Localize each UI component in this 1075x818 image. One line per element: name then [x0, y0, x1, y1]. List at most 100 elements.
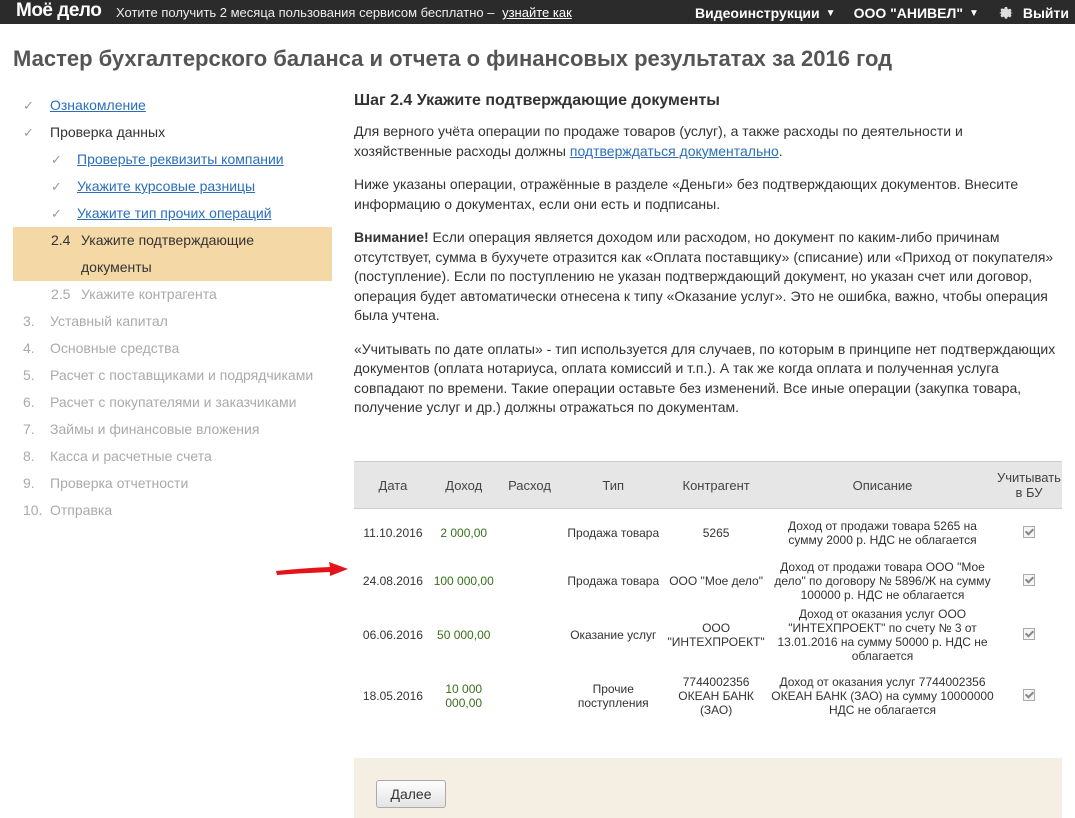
row-contractor: ООО "Мое дело": [669, 574, 763, 588]
sidebar-item-label[interactable]: Укажите курсовые разницы: [77, 173, 255, 200]
col-expense: Расход: [495, 461, 564, 509]
account-checkbox[interactable]: [1022, 525, 1035, 538]
sidebar-item-number: 3.: [23, 313, 35, 329]
col-income: Доход: [431, 461, 496, 509]
sidebar-item-label[interactable]: Проверьте реквизиты компании: [77, 146, 284, 173]
check-icon: ✓: [51, 152, 62, 167]
row-type[interactable]: Продажа товара: [563, 509, 663, 558]
operations-paragraph: Ниже указаны операции, отражённые в разд…: [354, 176, 1019, 212]
sidebar-item-number: 2.4: [51, 232, 71, 248]
company-menu[interactable]: ООО "АНИВЕЛ" ▼: [854, 5, 979, 21]
check-icon: ✓: [23, 125, 34, 140]
check-icon: ✓: [23, 98, 34, 113]
warning-label: Внимание!: [354, 229, 429, 245]
sidebar-item-report-check[interactable]: 9. Проверка отчетности: [13, 470, 332, 497]
col-date: Дата: [354, 461, 432, 509]
payment-date-paragraph: «Учитывать по дате оплаты» - тип использ…: [354, 340, 1056, 416]
exit-link[interactable]: Выйти: [1023, 5, 1069, 21]
sidebar-item-documents[interactable]: 2.4 Укажите подтверждающие документы: [13, 227, 332, 281]
sidebar-item-loans[interactable]: 7. Займы и финансовые вложения: [13, 416, 332, 443]
sidebar-item-requisites[interactable]: ✓ Проверьте реквизиты компании: [13, 146, 332, 173]
sidebar-item-label[interactable]: Укажите тип прочих операций: [77, 200, 272, 227]
sidebar-item-contractor[interactable]: 2.5 Укажите контрагента: [13, 281, 332, 308]
sidebar-item-send[interactable]: 10. Отправка: [13, 497, 332, 524]
row-type[interactable]: Оказание услуг: [563, 605, 663, 665]
row-type[interactable]: Продажа товара: [563, 557, 663, 605]
company-label: ООО "АНИВЕЛ": [853, 5, 963, 21]
row-date: 11.10.2016: [363, 526, 423, 540]
col-contractor: Контрагент: [663, 461, 770, 509]
row-account-cell: [996, 665, 1062, 727]
sidebar-item-label: Отправка: [50, 502, 113, 518]
check-icon: ✓: [51, 179, 62, 194]
sidebar-item-number: 2.5: [51, 286, 71, 302]
sidebar-item-number: 8.: [23, 448, 35, 464]
sidebar-item-label: Расчет с покупателями и заказчиками: [50, 394, 297, 410]
step-title: Шаг 2.4 Укажите подтверждающие документы: [354, 92, 720, 109]
account-checkbox[interactable]: [1022, 688, 1035, 701]
next-button[interactable]: Далее: [376, 780, 446, 808]
wizard-steps-sidebar: ✓ Ознакомление ✓ Проверка данных ✓ Прове…: [13, 92, 332, 524]
footer-panel: Далее: [354, 758, 1062, 818]
sidebar-item-label: Касса и расчетные счета: [50, 448, 212, 464]
row-income: 10 000 000,00: [445, 682, 483, 710]
row-income: 50 000,00: [437, 628, 491, 642]
sidebar-item-customers[interactable]: 6. Расчет с покупателями и заказчиками: [13, 389, 332, 416]
row-contractor: 7744002356 ОКЕАН БАНК (ЗАО): [678, 675, 754, 717]
table-row: 06.06.2016 50 000,00 Оказание услуг ООО …: [354, 605, 1062, 665]
row-contractor: ООО "ИНТЕХПРОЕКТ": [667, 621, 765, 649]
row-expense: [496, 557, 564, 605]
main-content: Шаг 2.4 Укажите подтверждающие документы…: [354, 92, 1062, 432]
table-row: 11.10.2016 2 000,00 Продажа товара 5265 …: [354, 509, 1062, 558]
row-expense: [496, 605, 564, 665]
red-arrow-icon: [276, 562, 348, 576]
account-checkbox[interactable]: [1022, 573, 1035, 586]
sidebar-item-label: Основные средства: [50, 340, 180, 356]
sidebar-item-number: 10.: [23, 502, 43, 518]
row-account-cell: [996, 605, 1062, 665]
col-description: Описание: [769, 461, 996, 509]
promo-banner: Хотите получить 2 месяца пользования сер…: [116, 5, 572, 20]
gear-icon[interactable]: [997, 4, 1015, 22]
row-type[interactable]: Прочие поступления: [563, 665, 663, 727]
intro-end: .: [778, 142, 783, 159]
promo-link[interactable]: узнайте как: [502, 5, 572, 20]
row-expense: [496, 665, 564, 727]
warning-paragraph: Внимание! Если операция является доходом…: [354, 228, 1062, 326]
sidebar-item-exchange-rates[interactable]: ✓ Укажите курсовые разницы: [13, 173, 332, 200]
sidebar-item-label: Уставный капитал: [50, 313, 168, 329]
operations-table: Дата Доход Расход Тип Контрагент Описани…: [354, 461, 1062, 727]
row-account-cell: [996, 557, 1062, 605]
video-instructions-menu[interactable]: Видеоинструкции ▼: [695, 5, 836, 21]
row-date: 18.05.2016: [362, 689, 423, 703]
sidebar-item-number: 5.: [23, 367, 35, 383]
sidebar-item-suppliers[interactable]: 5. Расчет с поставщиками и подрядчиками: [13, 362, 332, 389]
row-date: 24.08.2016: [362, 574, 423, 588]
sidebar-item-label: Проверка отчетности: [50, 475, 189, 491]
logo[interactable]: Моё дело: [16, 0, 102, 22]
table-header-row: Дата Доход Расход Тип Контрагент Описани…: [354, 461, 1062, 509]
sidebar-item-data-check[interactable]: ✓ Проверка данных: [13, 119, 332, 146]
documents-link[interactable]: подтверждаться документально: [570, 143, 779, 159]
sidebar-item-number: 4.: [23, 340, 35, 356]
top-bar-right: Видеоинструкции ▼ ООО "АНИВЕЛ" ▼ Выйти: [677, 4, 1069, 22]
sidebar-item-capital[interactable]: 3. Уставный капитал: [13, 308, 332, 335]
table-row: 24.08.2016 100 000,00 Продажа товара ООО…: [354, 557, 1062, 605]
sidebar-item-other-operations[interactable]: ✓ Укажите тип прочих операций: [13, 200, 332, 227]
sidebar-item-label: Проверка данных: [50, 124, 166, 140]
sidebar-item-cash[interactable]: 8. Касса и расчетные счета: [13, 443, 332, 470]
row-contractor: 5265: [702, 526, 730, 540]
table-row: 18.05.2016 10 000 000,00 Прочие поступле…: [354, 665, 1062, 727]
account-checkbox[interactable]: [1022, 627, 1035, 640]
sidebar-item-label: Расчет с поставщиками и подрядчиками: [50, 367, 314, 383]
row-description: Доход от оказания услуг ООО "ИНТЕХПРОЕКТ…: [777, 607, 988, 663]
warning-text: Если операция является доходом или расхо…: [354, 229, 1054, 323]
sidebar-item-label: Укажите подтверждающие документы: [81, 232, 255, 275]
sidebar-item-intro[interactable]: ✓ Ознакомление: [13, 92, 332, 119]
sidebar-item-number: 7.: [23, 421, 35, 437]
row-expense: [496, 509, 564, 558]
sidebar-item-label[interactable]: Ознакомление: [50, 92, 146, 119]
row-date: 06.06.2016: [362, 628, 423, 642]
sidebar-item-fixed-assets[interactable]: 4. Основные средства: [13, 335, 332, 362]
sidebar-item-number: 6.: [23, 394, 35, 410]
